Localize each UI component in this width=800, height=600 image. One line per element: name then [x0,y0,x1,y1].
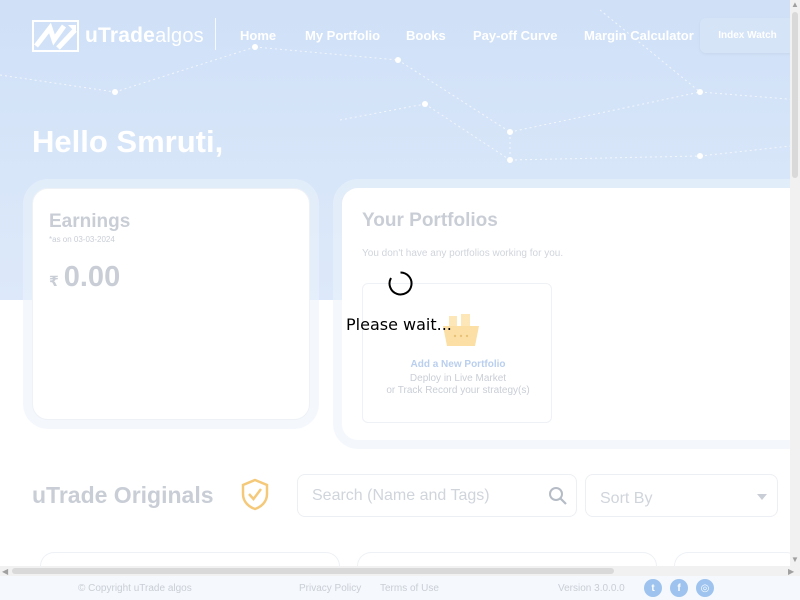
scroll-up-arrow-icon[interactable]: ▲ [791,0,799,9]
earnings-date-note: *as on 03-03-2024 [49,235,115,244]
logo-suffix: algos [155,25,204,47]
footer: © Copyright uTrade algos Privacy Policy … [0,576,800,600]
version-label: Version 3.0.0.0 [558,583,625,594]
earnings-value: ₹ 0.00 [49,261,120,294]
add-portfolio-line1: Deploy in Live Market [409,373,507,384]
nav-home[interactable]: Home [240,28,276,43]
sort-dropdown[interactable]: Sort By [585,474,778,517]
loading-message: Please wait... [346,315,452,334]
nav-payoff-curve[interactable]: Pay-off Curve [473,28,558,43]
logo-divider [215,18,216,50]
earnings-amount: 0.00 [63,261,121,293]
portfolios-card: Your Portfolios You don't have any portf… [342,188,800,440]
facebook-icon[interactable]: f [670,579,688,597]
earnings-title: Earnings [49,211,131,232]
logo-wordmark: uTradealgos [85,24,204,48]
vertical-scrollbar[interactable]: ▲ ▼ [790,0,800,566]
chevron-down-icon [757,494,767,500]
earnings-card: Earnings *as on 03-03-2024 ₹ 0.00 [32,188,310,420]
logo-brand: uTrade [85,24,156,47]
add-portfolio-line2: or Track Record your strategy(s) [386,385,530,396]
horizontal-scroll-thumb[interactable] [12,568,614,574]
privacy-policy-link[interactable]: Privacy Policy [299,583,361,594]
rupee-icon: ₹ [49,273,59,289]
scroll-down-arrow-icon[interactable]: ▼ [791,555,799,564]
scroll-left-arrow-icon[interactable]: ◀ [2,567,8,576]
shield-check-icon [241,478,269,511]
index-watch-button[interactable]: Index Watch [700,18,795,53]
logo-mark-icon [32,20,79,52]
nav-my-portfolio[interactable]: My Portfolio [305,28,380,43]
top-header: uTradealgos Home My Portfolio Books Pay-… [0,0,800,72]
scroll-right-arrow-icon[interactable]: ▶ [788,567,794,576]
horizontal-scrollbar[interactable]: ◀ ▶ [0,566,800,576]
greeting-heading: Hello Smruti, [32,124,224,159]
nav-margin-calculator[interactable]: Margin Calculator [584,28,694,43]
add-portfolio-card[interactable]: Add a New Portfolio Deploy in Live Marke… [362,283,552,423]
instagram-icon[interactable]: ◎ [696,579,714,597]
search-box [297,474,577,517]
sort-label: Sort By [600,490,653,507]
search-input[interactable] [312,487,532,505]
vertical-scroll-thumb[interactable] [792,12,798,178]
loading-spinner-icon [388,271,413,296]
portfolios-title: Your Portfolios [362,210,498,231]
add-portfolio-label[interactable]: Add a New Portfolio [363,359,553,370]
search-icon[interactable] [548,486,568,506]
terms-of-use-link[interactable]: Terms of Use [380,583,439,594]
utrade-logo[interactable]: uTradealgos [32,20,204,52]
originals-title: uTrade Originals [32,482,214,508]
nav-books[interactable]: Books [406,28,446,43]
twitter-icon[interactable]: t [644,579,662,597]
portfolios-empty-message: You don't have any portfolios working fo… [362,248,564,259]
footer-copyright: © Copyright uTrade algos [78,583,192,594]
